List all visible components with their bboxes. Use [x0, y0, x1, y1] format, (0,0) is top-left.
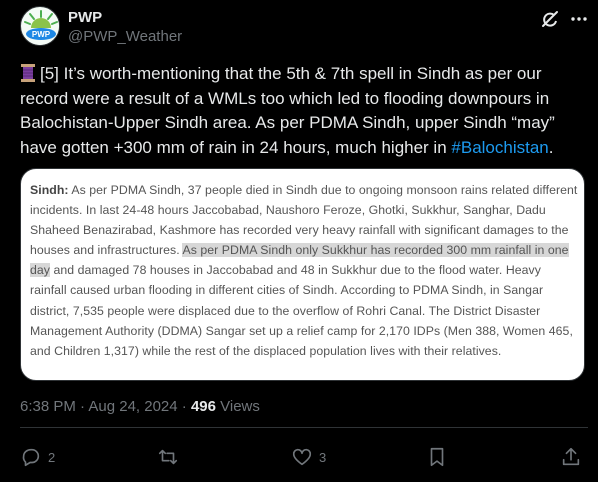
retweet-icon	[158, 449, 178, 465]
tweet-text: [5] It’s worth-mentioning that the 5th &…	[20, 62, 580, 160]
share-button[interactable]	[560, 444, 582, 470]
views-count: 496	[190, 398, 216, 415]
like-count: 3	[319, 449, 327, 465]
timestamp[interactable]: 6:38 PM · Aug 24, 2024 ·	[20, 398, 191, 415]
tweet-meta: 6:38 PM · Aug 24, 2024 · 496 Views	[20, 398, 260, 415]
reply-icon	[22, 448, 40, 467]
like-icon	[292, 448, 312, 466]
hashtag-link[interactable]: #Balochistan	[451, 138, 548, 157]
bookmark-icon	[430, 447, 444, 467]
more-icon[interactable]	[568, 8, 590, 30]
author-name[interactable]: PWP	[68, 9, 102, 26]
like-button[interactable]: 3	[291, 444, 326, 470]
tweet-text-end: .	[548, 137, 554, 157]
divider	[20, 427, 588, 428]
avatar[interactable]: PWP	[20, 6, 60, 46]
reply-button[interactable]: 2	[20, 444, 55, 470]
grok-icon[interactable]	[539, 8, 561, 30]
bookmark-button[interactable]	[426, 444, 448, 470]
author-handle[interactable]: @PWP_Weather	[68, 28, 182, 45]
spool-emoji-icon	[21, 64, 35, 82]
image-label: Sindh:	[30, 183, 69, 197]
image-text-part-2: and damaged 78 houses in Jaccobabad and …	[30, 263, 573, 358]
tweet-header: PWP PWP @PWP_Weather	[20, 6, 588, 54]
avatar-logo: PWP	[22, 8, 59, 45]
share-icon	[562, 447, 580, 466]
reply-count: 2	[48, 449, 56, 465]
avatar-text: PWP	[32, 30, 51, 39]
image-text: Sindh: As per PDMA Sindh, 37 people died…	[30, 180, 580, 361]
action-bar: 2 3	[20, 444, 588, 470]
attached-image-card[interactable]: Sindh: As per PDMA Sindh, 37 people died…	[20, 168, 585, 381]
views-label: Views	[215, 398, 260, 415]
retweet-button[interactable]	[157, 444, 185, 470]
